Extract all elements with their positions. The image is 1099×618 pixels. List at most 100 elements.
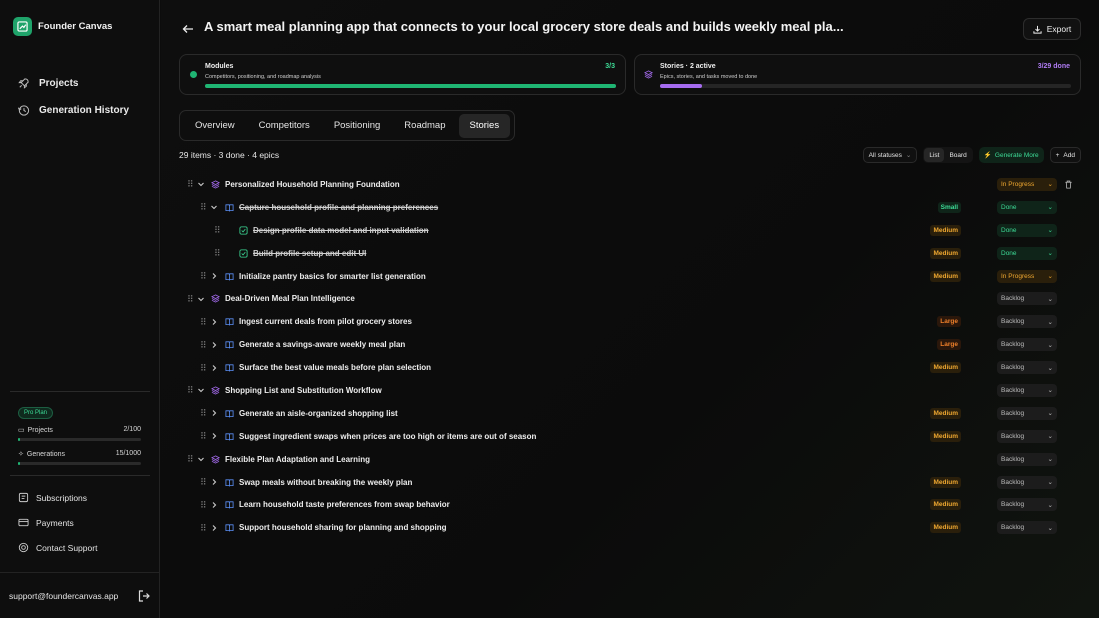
tab-overview[interactable]: Overview [184,114,246,138]
status-select[interactable]: Backlog ⌄ [997,338,1057,352]
story-row[interactable]: ⠿ Ingest current deals from pilot grocery… [179,310,1081,333]
story-title[interactable]: Generate an aisle-organized shopping lis… [239,409,398,418]
story-row[interactable]: ⠿ Suggest ingredient swaps when prices ar… [179,425,1081,448]
tab-stories[interactable]: Stories [458,113,511,138]
story-row[interactable]: ⠿ Learn household taste preferences from … [179,493,1081,516]
tab-positioning[interactable]: Positioning [323,114,391,138]
chevron-down-icon[interactable] [197,386,205,394]
story-row[interactable]: ⠿ Swap meals without breaking the weekly … [179,471,1081,494]
story-row[interactable]: ⠿ Capture household profile and planning … [179,196,1081,219]
view-list-button[interactable]: List [924,148,945,162]
chevron-right-icon[interactable] [210,432,218,440]
story-row[interactable]: ⠿ Generate a savings-aware weekly meal pl… [179,333,1081,356]
epic-title[interactable]: Shopping List and Substitution Workflow [225,386,382,395]
tab-roadmap[interactable]: Roadmap [393,114,456,138]
task-row[interactable]: ⠿ Build profile setup and edit UI Medium Do… [179,242,1081,265]
chevron-right-icon[interactable] [210,409,218,417]
chevron-right-icon[interactable] [210,341,218,349]
trash-icon[interactable] [1064,180,1073,189]
generate-more-button[interactable]: ⚡ Generate More [978,147,1044,163]
status-select[interactable]: Done ⌄ [997,246,1057,260]
story-title[interactable]: Swap meals without breaking the weekly p… [239,478,412,487]
chevron-right-icon[interactable] [210,272,218,280]
story-title[interactable]: Learn household taste preferences from s… [239,500,450,509]
story-title[interactable]: Surface the best value meals before plan… [239,363,431,372]
status-select[interactable]: Backlog ⌄ [997,383,1057,397]
story-row[interactable]: ⠿ Generate an aisle-organized shopping li… [179,402,1081,425]
drag-handle-icon[interactable]: ⠿ [200,523,208,533]
payments-link[interactable]: Payments [18,510,150,535]
tab-competitors[interactable]: Competitors [248,114,321,138]
chevron-right-icon[interactable] [210,524,218,532]
epic-row[interactable]: ⠿ Flexible Plan Adaptation and Learning Ba… [179,448,1081,471]
story-title[interactable]: Generate a savings-aware weekly meal pla… [239,340,405,349]
story-title[interactable]: Support household sharing for planning a… [239,523,447,532]
drag-handle-icon[interactable]: ⠿ [187,454,195,464]
epic-title[interactable]: Personalized Household Planning Foundati… [225,180,400,189]
subscriptions-link[interactable]: Subscriptions [18,485,150,510]
status-select[interactable]: Backlog ⌄ [997,521,1057,535]
drag-handle-icon[interactable]: ⠿ [200,500,208,510]
drag-handle-icon[interactable]: ⠿ [187,294,195,304]
epic-title[interactable]: Flexible Plan Adaptation and Learning [225,455,370,464]
drag-handle-icon[interactable]: ⠿ [200,431,208,441]
story-row[interactable]: ⠿ Surface the best value meals before pla… [179,356,1081,379]
drag-handle-icon[interactable]: ⠿ [200,363,208,373]
brand[interactable]: Founder Canvas [13,17,112,36]
drag-handle-icon[interactable]: ⠿ [187,179,195,189]
status-select[interactable]: Backlog ⌄ [997,361,1057,375]
status-select[interactable]: In Progress ⌄ [997,269,1057,283]
drag-handle-icon[interactable]: ⠿ [200,271,208,281]
epic-row[interactable]: ⠿ Personalized Household Planning Foundat… [179,173,1081,196]
nav-item-projects[interactable]: Projects [17,70,129,97]
status-select[interactable]: Backlog ⌄ [997,292,1057,306]
drag-handle-icon[interactable]: ⠿ [214,248,222,258]
epic-row[interactable]: ⠿ Deal-Driven Meal Plan Intelligence Backl… [179,287,1081,310]
contact-support-link[interactable]: Contact Support [18,535,150,560]
drag-handle-icon[interactable]: ⠿ [214,225,222,235]
drag-handle-icon[interactable]: ⠿ [200,202,208,212]
epic-row[interactable]: ⠿ Shopping List and Substitution Workflow… [179,379,1081,402]
stories-progress-card[interactable]: Stories · 2 active Epics, stories, and t… [634,54,1081,95]
status-select[interactable]: Done ⌄ [997,200,1057,214]
epic-title[interactable]: Deal-Driven Meal Plan Intelligence [225,294,355,303]
status-select[interactable]: Backlog ⌄ [997,452,1057,466]
export-button[interactable]: Export [1023,18,1081,40]
task-row[interactable]: ⠿ Design profile data model and input val… [179,219,1081,242]
view-board-button[interactable]: Board [944,148,971,162]
status-select[interactable]: Backlog ⌄ [997,475,1057,489]
chevron-right-icon[interactable] [210,501,218,509]
status-select[interactable]: Done ⌄ [997,223,1057,237]
drag-handle-icon[interactable]: ⠿ [200,340,208,350]
status-select[interactable]: Backlog ⌄ [997,498,1057,512]
chevron-down-icon[interactable] [197,180,205,188]
drag-handle-icon[interactable]: ⠿ [200,408,208,418]
chevron-right-icon[interactable] [210,364,218,372]
modules-progress-card[interactable]: Modules Competitors, positioning, and ro… [179,54,626,95]
chevron-down-icon[interactable] [197,455,205,463]
chevron-down-icon[interactable] [197,295,205,303]
drag-handle-icon[interactable]: ⠿ [187,385,195,395]
story-title[interactable]: Ingest current deals from pilot grocery … [239,317,412,326]
story-title[interactable]: Capture household profile and planning p… [239,203,438,212]
status-select[interactable]: Backlog ⌄ [997,406,1057,420]
chevron-right-icon[interactable] [210,478,218,486]
task-title[interactable]: Design profile data model and input vali… [253,226,429,235]
story-title[interactable]: Initialize pantry basics for smarter lis… [239,272,426,281]
nav-item-generation-history[interactable]: Generation History [17,97,129,124]
story-row[interactable]: ⠿ Support household sharing for planning … [179,516,1081,539]
story-row[interactable]: ⠿ Initialize pantry basics for smarter li… [179,265,1081,288]
back-arrow-icon[interactable] [181,22,195,36]
logout-icon[interactable] [137,589,151,603]
story-title[interactable]: Suggest ingredient swaps when prices are… [239,432,536,441]
status-filter-select[interactable]: All statuses ⌄ [862,147,918,163]
chevron-right-icon[interactable] [210,318,218,326]
task-title[interactable]: Build profile setup and edit UI [253,249,366,258]
status-select[interactable]: Backlog ⌄ [997,429,1057,443]
chevron-down-icon[interactable] [210,203,218,211]
drag-handle-icon[interactable]: ⠿ [200,317,208,327]
status-select[interactable]: Backlog ⌄ [997,315,1057,329]
add-button[interactable]: + Add [1049,147,1081,163]
status-select[interactable]: In Progress ⌄ [997,177,1057,191]
drag-handle-icon[interactable]: ⠿ [200,477,208,487]
